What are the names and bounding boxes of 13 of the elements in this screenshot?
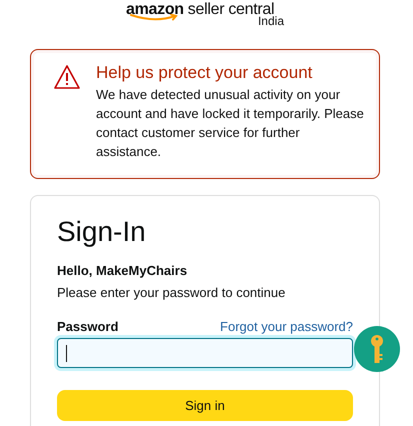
password-field[interactable]: [57, 338, 353, 368]
greeting: Hello, MakeMyChairs: [57, 262, 188, 280]
warning-icon: [53, 64, 81, 90]
key-icon[interactable]: [354, 326, 400, 372]
alert-message: We have detected unusual activity on your account and have locked it temporarily. Please contact customer service for further assistance.: [96, 86, 365, 161]
sign-in-button[interactable]: Sign in: [57, 390, 353, 421]
password-label: Password: [57, 319, 118, 334]
signin-heading: Sign-In: [57, 215, 147, 249]
forgot-password-link[interactable]: Forgot your password?: [220, 319, 353, 334]
instruction-text: Please enter your password to continue: [57, 284, 286, 302]
alert-title: Help us protect your account: [96, 62, 314, 84]
logo-region: India: [258, 15, 284, 27]
logo-brand: amazon: [126, 1, 184, 18]
